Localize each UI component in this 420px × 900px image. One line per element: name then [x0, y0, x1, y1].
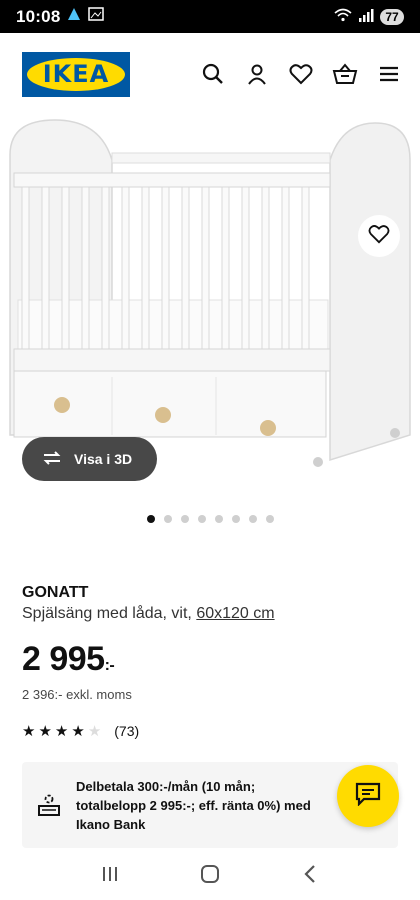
carousel-dot[interactable]: [248, 515, 257, 523]
chat-icon: [355, 782, 381, 811]
gallery-notification-icon: [88, 6, 105, 27]
star-icon: ★: [38, 723, 52, 740]
carousel-dot[interactable]: [265, 515, 274, 523]
logo-text: IKEA: [27, 57, 125, 91]
price-excluding-vat: 2 396:- exkl. moms: [22, 687, 132, 702]
product-price: 2 995:-: [22, 640, 115, 679]
star-empty-icon: ★: [87, 723, 102, 740]
android-navigation-bar: [0, 848, 420, 900]
carousel-dot[interactable]: [163, 515, 172, 523]
price-suffix: :-: [104, 657, 115, 674]
carousel-dot[interactable]: [214, 515, 223, 523]
menu-icon[interactable]: [376, 61, 402, 87]
battery-indicator: 77: [380, 8, 404, 25]
price-value: 2 995: [22, 640, 105, 678]
carousel-dot[interactable]: [231, 515, 240, 523]
product-image[interactable]: [0, 115, 420, 485]
product-description-text: Spjälsäng med låda, vit,: [22, 605, 192, 622]
carousel-dot[interactable]: [197, 515, 206, 523]
crib-illustration: [9, 119, 411, 467]
notification-icon: [66, 6, 82, 27]
star-icon: ★: [22, 723, 36, 740]
rotate-3d-icon: [40, 449, 64, 470]
ikea-logo[interactable]: IKEA: [22, 51, 130, 97]
wifi-icon: [334, 7, 352, 27]
signal-icon: [358, 7, 374, 27]
search-icon[interactable]: [200, 61, 226, 87]
review-count: (73): [114, 723, 140, 739]
recent-apps-button[interactable]: [95, 859, 125, 889]
view-in-3d-button[interactable]: Visa i 3D: [22, 437, 157, 481]
view-in-3d-label: Visa i 3D: [74, 451, 133, 467]
status-time: 10:08: [16, 6, 61, 26]
chat-button[interactable]: [337, 765, 399, 827]
carousel-dot[interactable]: [180, 515, 189, 523]
status-bar: 10:08 77: [0, 0, 420, 33]
heart-icon: [368, 224, 390, 249]
installment-icon: [36, 792, 62, 818]
product-dimensions-link[interactable]: 60x120 cm: [196, 605, 274, 622]
star-icon: ★: [71, 723, 85, 740]
financing-text: Delbetala 300:-/mån (10 mån; totalbelopp…: [76, 778, 311, 832]
product-rating[interactable]: ★ ★ ★ ★ ★ (73): [22, 722, 139, 740]
star-icon: ★: [54, 723, 69, 740]
image-carousel-indicator: [0, 515, 420, 523]
product-description: Spjälsäng med låda, vit, 60x120 cm: [22, 605, 275, 623]
basket-icon[interactable]: [332, 61, 358, 87]
home-button[interactable]: [195, 859, 225, 889]
user-icon[interactable]: [244, 61, 270, 87]
carousel-dot[interactable]: [146, 515, 155, 523]
back-button[interactable]: [295, 859, 325, 889]
site-header: IKEA: [0, 33, 420, 115]
product-name: GONATT: [22, 584, 89, 601]
favourite-button[interactable]: [358, 215, 400, 257]
heart-icon[interactable]: [288, 61, 314, 87]
